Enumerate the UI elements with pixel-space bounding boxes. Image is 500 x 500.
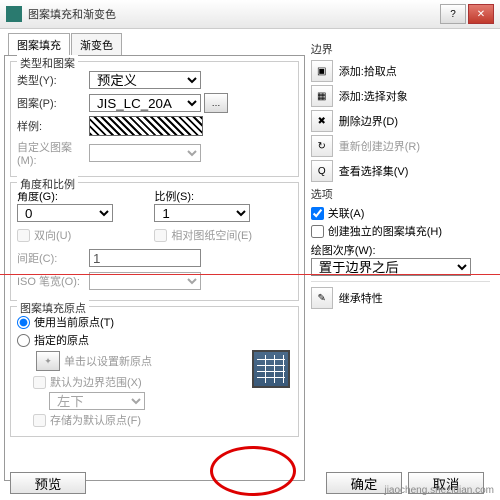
add-pick-label[interactable]: 添加:拾取点 <box>339 63 397 79</box>
recreate-label: 重新创建边界(R) <box>339 138 420 154</box>
select-obj-icon[interactable]: ▦ <box>311 85 333 107</box>
group-title: 角度和比例 <box>17 176 78 192</box>
spacing-label: 间距(C): <box>17 250 89 266</box>
close-button[interactable]: ✕ <box>468 4 494 24</box>
sample-swatch[interactable] <box>89 116 203 136</box>
tab-hatch[interactable]: 图案填充 <box>8 33 70 56</box>
relative-label: 相对图纸空间(E) <box>171 227 252 243</box>
assoc-label: 关联(A) <box>328 205 365 221</box>
specified-radio[interactable] <box>17 334 30 347</box>
angle-combo[interactable]: 0 <box>17 204 113 222</box>
view-sel-icon[interactable]: Q <box>311 160 333 182</box>
tab-gradient[interactable]: 渐变色 <box>71 33 122 56</box>
pattern-combo[interactable]: JIS_LC_20A <box>89 94 201 112</box>
type-combo[interactable]: 预定义 <box>89 71 201 89</box>
default-ext-label: 默认为边界范围(X) <box>50 374 142 390</box>
store-default-checkbox <box>33 414 46 427</box>
specified-label: 指定的原点 <box>34 332 89 348</box>
app-icon <box>6 6 22 22</box>
watermark: jiaocheng.shezidian.com <box>384 485 494 496</box>
type-label: 类型(Y): <box>17 72 89 88</box>
double-label: 双向(U) <box>34 227 71 243</box>
use-current-radio[interactable] <box>17 316 30 329</box>
relative-checkbox <box>154 229 167 242</box>
scale-label: 比例(S): <box>154 188 291 204</box>
use-current-label: 使用当前原点(T) <box>34 314 114 330</box>
delete-icon[interactable]: ✖ <box>311 110 333 132</box>
store-default-label: 存储为默认原点(F) <box>50 412 141 428</box>
inherit-icon[interactable]: ✎ <box>311 287 333 309</box>
ext-combo: 左下 <box>49 392 145 410</box>
origin-preview-icon <box>252 350 290 388</box>
double-checkbox <box>17 229 30 242</box>
pick-point-icon[interactable]: ▣ <box>311 60 333 82</box>
pattern-browse-button[interactable]: … <box>204 93 228 113</box>
preview-button[interactable]: 预览 <box>10 472 86 494</box>
independent-label: 创建独立的图案填充(H) <box>328 223 442 239</box>
delete-label[interactable]: 删除边界(D) <box>339 113 398 129</box>
independent-checkbox[interactable] <box>311 225 324 238</box>
scale-combo[interactable]: 1 <box>154 204 250 222</box>
titlebar: 图案填充和渐变色 ? ✕ <box>0 0 500 29</box>
iso-label: ISO 笔宽(O): <box>17 273 89 289</box>
group-type-pattern: 类型和图案 类型(Y):预定义 图案(P):JIS_LC_20A… 样例: 自定… <box>10 61 299 177</box>
custom-label: 自定义图案(M): <box>17 139 89 167</box>
add-select-label[interactable]: 添加:选择对象 <box>339 88 408 104</box>
pattern-label: 图案(P): <box>17 95 89 111</box>
annotation-redline <box>0 274 500 275</box>
window-title: 图案填充和渐变色 <box>28 6 438 22</box>
group-origin: 图案填充原点 使用当前原点(T) 指定的原点 ✦单击以设置新原点 默认为边界范围… <box>10 306 299 437</box>
group-angle-scale: 角度和比例 角度(G):0 比例(S):1 双向(U) 相对图纸空间(E) 间距… <box>10 182 299 301</box>
group-title: 图案填充原点 <box>17 300 89 316</box>
options-title: 选项 <box>311 186 490 202</box>
assoc-checkbox[interactable] <box>311 207 324 220</box>
default-ext-checkbox <box>33 376 46 389</box>
group-title: 类型和图案 <box>17 55 78 71</box>
sample-label: 样例: <box>17 118 89 134</box>
view-sel-label[interactable]: 查看选择集(V) <box>339 163 409 179</box>
help-button[interactable]: ? <box>440 4 466 24</box>
spacing-input <box>89 249 201 267</box>
set-origin-icon: ✦ <box>36 351 60 371</box>
inherit-label[interactable]: 继承特性 <box>339 290 383 306</box>
click-set-label: 单击以设置新原点 <box>64 353 152 369</box>
boundary-title: 边界 <box>311 41 490 57</box>
custom-combo <box>89 144 201 162</box>
recreate-icon: ↻ <box>311 135 333 157</box>
draw-order-label: 绘图次序(W): <box>311 242 490 258</box>
